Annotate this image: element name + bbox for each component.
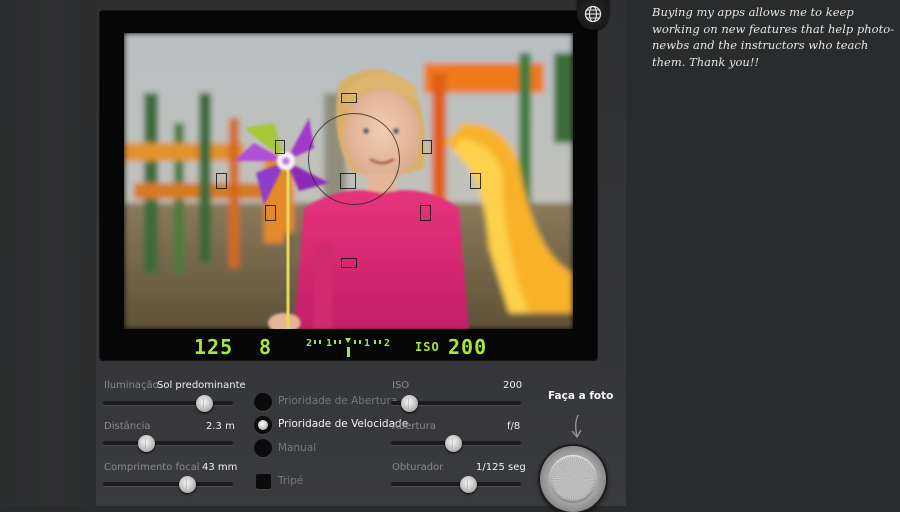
support-message: Buying my apps allows me to keep working…	[652, 5, 895, 69]
shutter-button[interactable]	[540, 446, 606, 512]
readout-iso: 200	[448, 335, 488, 359]
af-point	[470, 173, 481, 189]
lighting-label: Iluminação	[104, 380, 159, 391]
mode-aperture-priority-label[interactable]: Prioridade de Abertura	[278, 395, 397, 407]
mode-manual-radio[interactable]	[254, 439, 272, 457]
shutter-speed-label: Obturador	[392, 462, 444, 473]
iso-value: 200	[503, 380, 523, 391]
mode-manual-label[interactable]: Manual	[278, 442, 316, 454]
readout-shutter: 125	[194, 335, 234, 359]
exposure-meter: 2 1 1 2	[302, 335, 394, 359]
iso-label: ISO	[392, 380, 410, 391]
aperture-label: Abertura	[392, 421, 436, 432]
meter-label: 2	[306, 338, 312, 349]
aperture-value: f/8	[507, 421, 521, 432]
af-point	[420, 205, 431, 221]
lighting-value: Sol predominante	[157, 380, 246, 391]
metering-circle	[308, 113, 400, 205]
focal-length-value: 43 mm	[202, 462, 238, 473]
focal-length-slider-knob[interactable]	[179, 476, 196, 493]
distance-slider-knob[interactable]	[138, 435, 155, 452]
af-point	[275, 140, 285, 154]
meter-label: 1	[326, 338, 332, 349]
iso-slider-knob[interactable]	[401, 395, 418, 412]
lighting-slider-track[interactable]	[103, 401, 233, 405]
af-point	[265, 205, 276, 221]
take-photo-label: Faça a foto	[548, 390, 614, 402]
mode-speed-priority-label[interactable]: Prioridade de Velocidade	[278, 418, 408, 430]
shutter-speed-value: 1/125 seg	[476, 462, 526, 473]
af-point	[341, 93, 357, 103]
readout-iso-label: ISO	[415, 340, 440, 354]
meter-label: 1	[364, 338, 370, 349]
aperture-slider-knob[interactable]	[445, 435, 462, 452]
af-point	[341, 258, 357, 268]
tripod-checkbox[interactable]	[256, 474, 271, 489]
af-point	[422, 140, 432, 154]
distance-value: 2.3 m	[206, 421, 235, 432]
focal-length-label: Comprimento focal	[104, 462, 200, 473]
lighting-slider-knob[interactable]	[196, 395, 213, 412]
focal-length-slider-track[interactable]	[103, 482, 233, 486]
shutter-speed-slider-track[interactable]	[391, 482, 521, 486]
mode-speed-priority-radio[interactable]	[254, 416, 272, 434]
distance-label: Distância	[104, 421, 151, 432]
left-panel	[0, 0, 96, 506]
globe-icon	[584, 5, 602, 23]
tripod-label[interactable]: Tripé	[278, 475, 303, 487]
arrow-down-icon	[571, 414, 582, 439]
meter-label: 2	[384, 338, 390, 349]
readout-aperture: 8	[259, 335, 273, 359]
distance-slider-track[interactable]	[103, 441, 233, 445]
mode-aperture-priority-radio[interactable]	[254, 393, 272, 411]
shutter-speed-slider-knob[interactable]	[460, 476, 477, 493]
af-point	[216, 173, 227, 189]
